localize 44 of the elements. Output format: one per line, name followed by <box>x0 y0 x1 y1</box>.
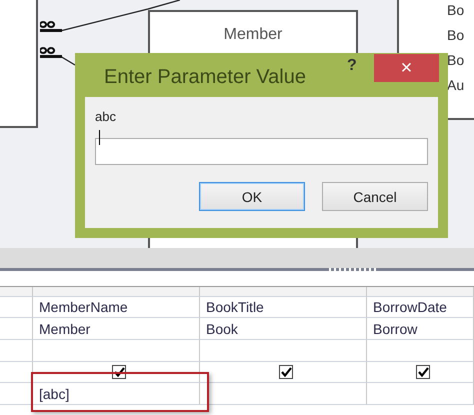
splitter-grip[interactable] <box>329 268 377 271</box>
row-header <box>0 340 33 362</box>
dialog-title: Enter Parameter Value <box>104 66 306 88</box>
input-field[interactable] <box>95 138 428 165</box>
field-cell[interactable]: MemberName <box>33 297 200 318</box>
table-cell[interactable]: Book <box>200 318 367 340</box>
row-header <box>0 318 33 340</box>
criteria-cell[interactable]: [abc] <box>33 383 200 405</box>
criteria-cell[interactable] <box>367 383 474 405</box>
table-title: Member <box>222 26 284 44</box>
close-button[interactable]: × <box>374 54 439 82</box>
row-header <box>0 362 33 383</box>
criteria-cell[interactable] <box>200 383 367 405</box>
field-name: Bo <box>447 26 464 45</box>
show-checkbox[interactable] <box>279 365 293 379</box>
show-checkbox[interactable] <box>416 365 430 379</box>
check-icon <box>418 367 428 377</box>
help-button[interactable]: ? <box>347 57 357 75</box>
field-name: Au <box>447 76 464 95</box>
check-icon <box>280 367 292 377</box>
table-cell[interactable]: Member <box>33 318 200 340</box>
cancel-button[interactable]: Cancel <box>322 182 428 211</box>
criteria-text: [abc] <box>39 386 70 402</box>
table-cell[interactable]: Borrow <box>367 318 474 340</box>
sort-cell[interactable] <box>33 340 200 362</box>
text-caret <box>99 130 100 145</box>
row-header <box>0 297 33 318</box>
ok-button[interactable]: OK <box>199 182 305 211</box>
splitter-bar[interactable] <box>0 248 474 271</box>
sort-cell[interactable] <box>367 340 474 362</box>
sort-cell[interactable] <box>200 340 367 362</box>
field-name: Bo <box>447 1 464 20</box>
field-cell[interactable]: BookTitle <box>200 297 367 318</box>
column-selector[interactable] <box>367 287 474 297</box>
field-cell[interactable]: BorrowDate <box>367 297 474 318</box>
column-selector[interactable] <box>0 287 33 297</box>
prompt-label: abc <box>95 109 117 124</box>
show-cell[interactable] <box>200 362 367 383</box>
show-cell[interactable] <box>33 362 200 383</box>
column-selector[interactable] <box>200 287 367 297</box>
field-name: Bo <box>447 51 464 70</box>
column-selector[interactable] <box>33 287 200 297</box>
check-icon <box>114 367 124 377</box>
show-cell[interactable] <box>367 362 474 383</box>
